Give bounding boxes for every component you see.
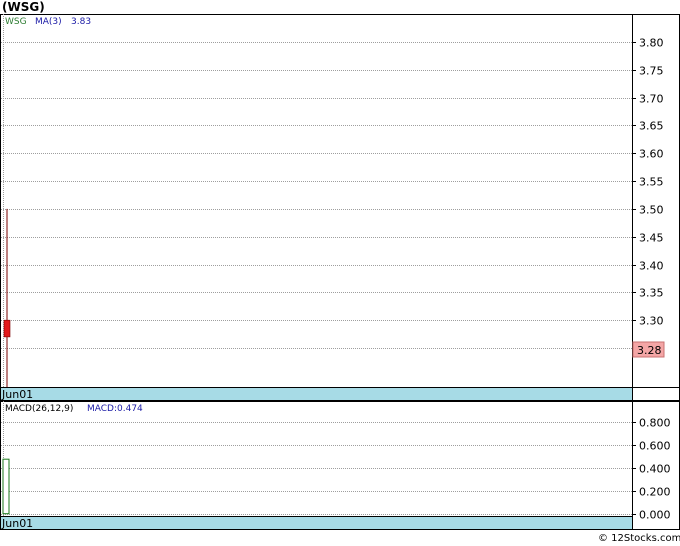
price-date-label: Jun01 bbox=[1, 388, 33, 401]
site-credit: © 12Stocks.com bbox=[598, 533, 680, 544]
ma-legend-value: 3.83 bbox=[71, 17, 91, 27]
macd-bar bbox=[2, 458, 10, 515]
macd-legend-value: MACD:0.474 bbox=[87, 404, 143, 414]
macd-panel-frame bbox=[0, 401, 680, 530]
price-tick-label: 3.30 bbox=[639, 315, 664, 328]
price-tick-label: 3.50 bbox=[639, 204, 664, 217]
price-tick-label: 3.80 bbox=[639, 37, 664, 50]
price-tick-label: 3.60 bbox=[639, 148, 664, 161]
price-tick-label: 3.65 bbox=[639, 120, 664, 133]
price-legend-symbol: WSG bbox=[5, 17, 27, 27]
price-tick-label: 3.55 bbox=[639, 176, 664, 189]
price-tick-label: 3.35 bbox=[639, 287, 664, 300]
macd-tick-label: 0.400 bbox=[639, 463, 671, 476]
price-tick-label: 3.40 bbox=[639, 260, 664, 273]
macd-tick-label: 0.800 bbox=[639, 417, 671, 430]
axis-gap-cell bbox=[632, 387, 680, 401]
macd-panel: 0.8000.6000.4000.2000.000 MACD(26,12,9) … bbox=[0, 401, 680, 530]
macd-marks bbox=[2, 458, 10, 515]
macd-tick-label: 0.600 bbox=[639, 440, 671, 453]
price-panel: 3.80 3.75 3.70 3.65 3.60 3.55 3.50 3.45 3.40 3.35… bbox=[0, 14, 680, 401]
ma-legend-label: MA(3) bbox=[35, 17, 62, 27]
candle-body bbox=[3, 319, 11, 338]
macd-tick-label: 0.200 bbox=[639, 486, 671, 499]
stock-chart: (WSG) 3.803.753.703.653.603.553.503.453.… bbox=[0, 0, 680, 544]
macd-legend-label: MACD(26,12,9) bbox=[5, 404, 73, 414]
chart-title: (WSG) bbox=[2, 0, 45, 14]
macd-date-label: Jun01 bbox=[1, 517, 33, 530]
macd-tick-label: 0.000 bbox=[639, 509, 671, 522]
price-tick-label: 3.45 bbox=[639, 232, 664, 245]
last-price-label: 3.28 bbox=[637, 344, 662, 357]
macd-date-strip bbox=[0, 516, 633, 530]
price-date-strip bbox=[0, 387, 633, 401]
price-tick-label: 3.70 bbox=[639, 93, 664, 106]
price-tick-label: 3.75 bbox=[639, 65, 664, 78]
